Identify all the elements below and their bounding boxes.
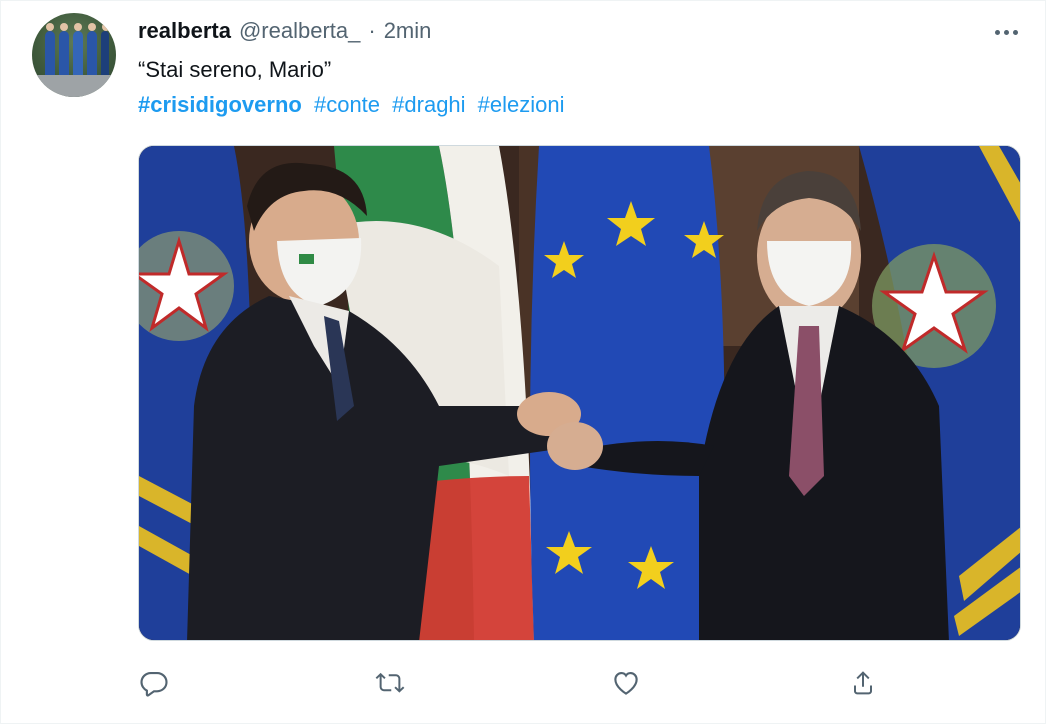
hashtag-link[interactable]: #crisidigoverno	[138, 92, 302, 117]
like-button[interactable]	[608, 665, 644, 701]
retweet-button[interactable]	[372, 665, 408, 701]
display-name[interactable]: realberta	[138, 18, 231, 44]
tweet-card[interactable]: realberta @realberta_ · 2min “Stai seren…	[0, 0, 1046, 724]
share-icon	[854, 671, 872, 695]
more-options-button[interactable]	[989, 21, 1023, 43]
heart-icon	[614, 671, 638, 695]
hashtag-link[interactable]: #elezioni	[478, 92, 565, 117]
tweet-text: “Stai sereno, Mario”	[138, 57, 332, 82]
header-separator: ·	[368, 18, 376, 43]
more-horizontal-icon	[994, 29, 1000, 35]
user-handle[interactable]: @realberta_	[239, 18, 360, 44]
tweet-header: realberta @realberta_ · 2min	[138, 18, 431, 48]
hashtag-link[interactable]: #conte	[314, 92, 380, 117]
reply-button[interactable]	[136, 665, 172, 701]
hashtag-list: #crisidigoverno #conte #draghi #elezioni	[138, 92, 571, 118]
tweet-photo[interactable]	[138, 145, 1021, 641]
share-button[interactable]	[845, 665, 881, 701]
hashtag-link[interactable]: #draghi	[392, 92, 465, 117]
timestamp[interactable]: 2min	[384, 18, 432, 44]
retweet-icon	[375, 672, 405, 693]
avatar[interactable]	[32, 13, 116, 97]
tweet-actions	[138, 665, 898, 701]
photo-illustration	[139, 146, 1020, 640]
reply-icon	[140, 671, 168, 697]
